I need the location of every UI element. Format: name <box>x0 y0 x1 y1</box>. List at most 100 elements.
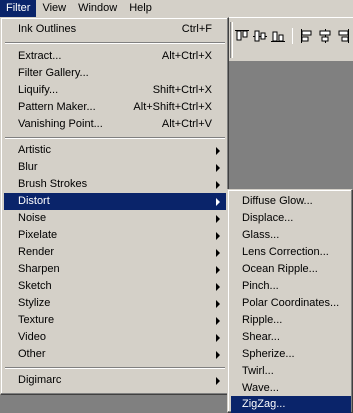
submenu-item-label: Lens Correction... <box>242 246 329 258</box>
submenu-arrow-icon <box>216 283 220 291</box>
submenu-item-label: Wave... <box>242 382 279 394</box>
menu-filter-label: Filter <box>6 1 31 14</box>
menu-help[interactable]: Help <box>123 0 158 17</box>
submenu-item-diffuse-glow[interactable]: Diffuse Glow... <box>231 193 351 210</box>
toolbar-grip[interactable] <box>230 22 233 58</box>
distort-submenu: Diffuse Glow... Displace... Glass... Len… <box>227 189 353 413</box>
submenu-item-pinch[interactable]: Pinch... <box>231 278 351 295</box>
menu-item-label: Other <box>18 348 46 360</box>
submenu-item-shear[interactable]: Shear... <box>231 329 351 346</box>
menu-help-label: Help <box>129 1 152 14</box>
menu-item-label: Pattern Maker... <box>18 101 96 113</box>
filter-menu: Ink Outlines Ctrl+F Extract... Alt+Ctrl+… <box>0 17 229 395</box>
align-left-edges-icon[interactable] <box>299 28 315 44</box>
menu-item-texture[interactable]: Texture <box>4 312 226 329</box>
menu-item-label: Digimarc <box>18 374 62 386</box>
submenu-item-polar-coordinates[interactable]: Polar Coordinates... <box>231 295 351 312</box>
menu-window-label: Window <box>78 1 118 14</box>
submenu-item-label: Polar Coordinates... <box>242 297 340 309</box>
menu-item-shortcut: Ctrl+F <box>181 23 212 35</box>
submenu-arrow-icon <box>216 377 220 385</box>
submenu-arrow-icon <box>216 232 220 240</box>
submenu-item-displace[interactable]: Displace... <box>231 210 351 227</box>
submenu-item-glass[interactable]: Glass... <box>231 227 351 244</box>
submenu-item-wave[interactable]: Wave... <box>231 380 351 397</box>
menu-item-artistic[interactable]: Artistic <box>4 142 226 159</box>
submenu-item-ocean-ripple[interactable]: Ocean Ripple... <box>231 261 351 278</box>
menu-item-other[interactable]: Other <box>4 346 226 363</box>
menu-item-filter-gallery[interactable]: Filter Gallery... <box>4 65 226 82</box>
submenu-item-twirl[interactable]: Twirl... <box>231 363 351 380</box>
menu-item-label: Ink Outlines <box>18 23 77 35</box>
submenu-item-label: Spherize... <box>242 348 295 360</box>
menu-item-label: Distort <box>18 195 50 207</box>
menu-item-noise[interactable]: Noise <box>4 210 226 227</box>
menu-item-digimarc[interactable]: Digimarc <box>4 372 226 389</box>
menu-separator <box>5 137 225 139</box>
submenu-item-label: Pinch... <box>242 280 279 292</box>
menu-item-shortcut: Shift+Ctrl+X <box>152 84 212 96</box>
menu-item-label: Vanishing Point... <box>18 118 103 130</box>
menu-item-brush-strokes[interactable]: Brush Strokes <box>4 176 226 193</box>
menu-item-blur[interactable]: Blur <box>4 159 226 176</box>
menu-item-pattern-maker[interactable]: Pattern Maker... Alt+Shift+Ctrl+X <box>4 99 226 116</box>
toolbar-separator <box>292 28 293 44</box>
align-bottom-edges-icon[interactable] <box>270 28 286 44</box>
menu-item-label: Video <box>18 331 46 343</box>
submenu-item-label: ZigZag... <box>242 398 286 410</box>
submenu-arrow-icon <box>216 334 220 342</box>
menu-item-distort[interactable]: Distort <box>4 193 226 210</box>
menu-window[interactable]: Window <box>72 0 123 17</box>
menu-item-vanishing-point[interactable]: Vanishing Point... Alt+Ctrl+V <box>4 116 226 133</box>
menu-item-sharpen[interactable]: Sharpen <box>4 261 226 278</box>
align-right-edges-icon[interactable] <box>335 28 351 44</box>
menu-view-label: View <box>42 1 67 14</box>
submenu-item-label: Twirl... <box>242 365 274 377</box>
align-vertical-centers-icon[interactable] <box>252 28 268 44</box>
menu-item-label: Liquify... <box>18 84 59 96</box>
menu-item-render[interactable]: Render <box>4 244 226 261</box>
menu-separator <box>5 367 225 369</box>
submenu-item-label: Displace... <box>242 212 294 224</box>
menu-item-video[interactable]: Video <box>4 329 226 346</box>
menu-item-last-filter[interactable]: Ink Outlines Ctrl+F <box>4 21 226 38</box>
submenu-arrow-icon <box>216 300 220 308</box>
submenu-item-ripple[interactable]: Ripple... <box>231 312 351 329</box>
align-top-edges-icon[interactable] <box>234 28 250 44</box>
menu-bar: Filter View Window Help <box>0 0 353 17</box>
submenu-item-spherize[interactable]: Spherize... <box>231 346 351 363</box>
menu-item-liquify[interactable]: Liquify... Shift+Ctrl+X <box>4 82 226 99</box>
submenu-arrow-icon <box>216 351 220 359</box>
menu-item-label: Sharpen <box>18 263 60 275</box>
submenu-arrow-icon <box>216 249 220 257</box>
menu-item-label: Brush Strokes <box>18 178 88 190</box>
menu-view[interactable]: View <box>36 0 72 17</box>
menu-item-extract[interactable]: Extract... Alt+Ctrl+X <box>4 48 226 65</box>
menu-item-label: Filter Gallery... <box>18 67 89 79</box>
menu-item-stylize[interactable]: Stylize <box>4 295 226 312</box>
menu-filter[interactable]: Filter <box>0 0 37 17</box>
submenu-arrow-icon <box>216 317 220 325</box>
submenu-arrow-icon <box>216 164 220 172</box>
menu-separator <box>5 42 225 44</box>
menu-item-sketch[interactable]: Sketch <box>4 278 226 295</box>
menu-item-label: Artistic <box>18 144 51 156</box>
submenu-arrow-icon <box>216 198 220 206</box>
menu-item-shortcut: Alt+Shift+Ctrl+X <box>133 101 212 113</box>
submenu-item-zigzag[interactable]: ZigZag... <box>231 396 351 413</box>
submenu-item-label: Ripple... <box>242 314 283 326</box>
menu-item-label: Extract... <box>18 50 62 62</box>
menu-item-label: Noise <box>18 212 47 224</box>
menu-item-pixelate[interactable]: Pixelate <box>4 227 226 244</box>
submenu-arrow-icon <box>216 215 220 223</box>
align-horizontal-centers-icon[interactable] <box>317 28 333 44</box>
submenu-item-label: Shear... <box>242 331 280 343</box>
menu-item-shortcut: Alt+Ctrl+V <box>161 118 212 130</box>
submenu-arrow-icon <box>216 181 220 189</box>
submenu-arrow-icon <box>216 147 220 155</box>
menu-item-label: Render <box>18 246 55 258</box>
submenu-item-label: Glass... <box>242 229 280 241</box>
submenu-item-lens-correction[interactable]: Lens Correction... <box>231 244 351 261</box>
menu-item-label: Stylize <box>18 297 51 309</box>
options-toolbar <box>228 17 353 62</box>
